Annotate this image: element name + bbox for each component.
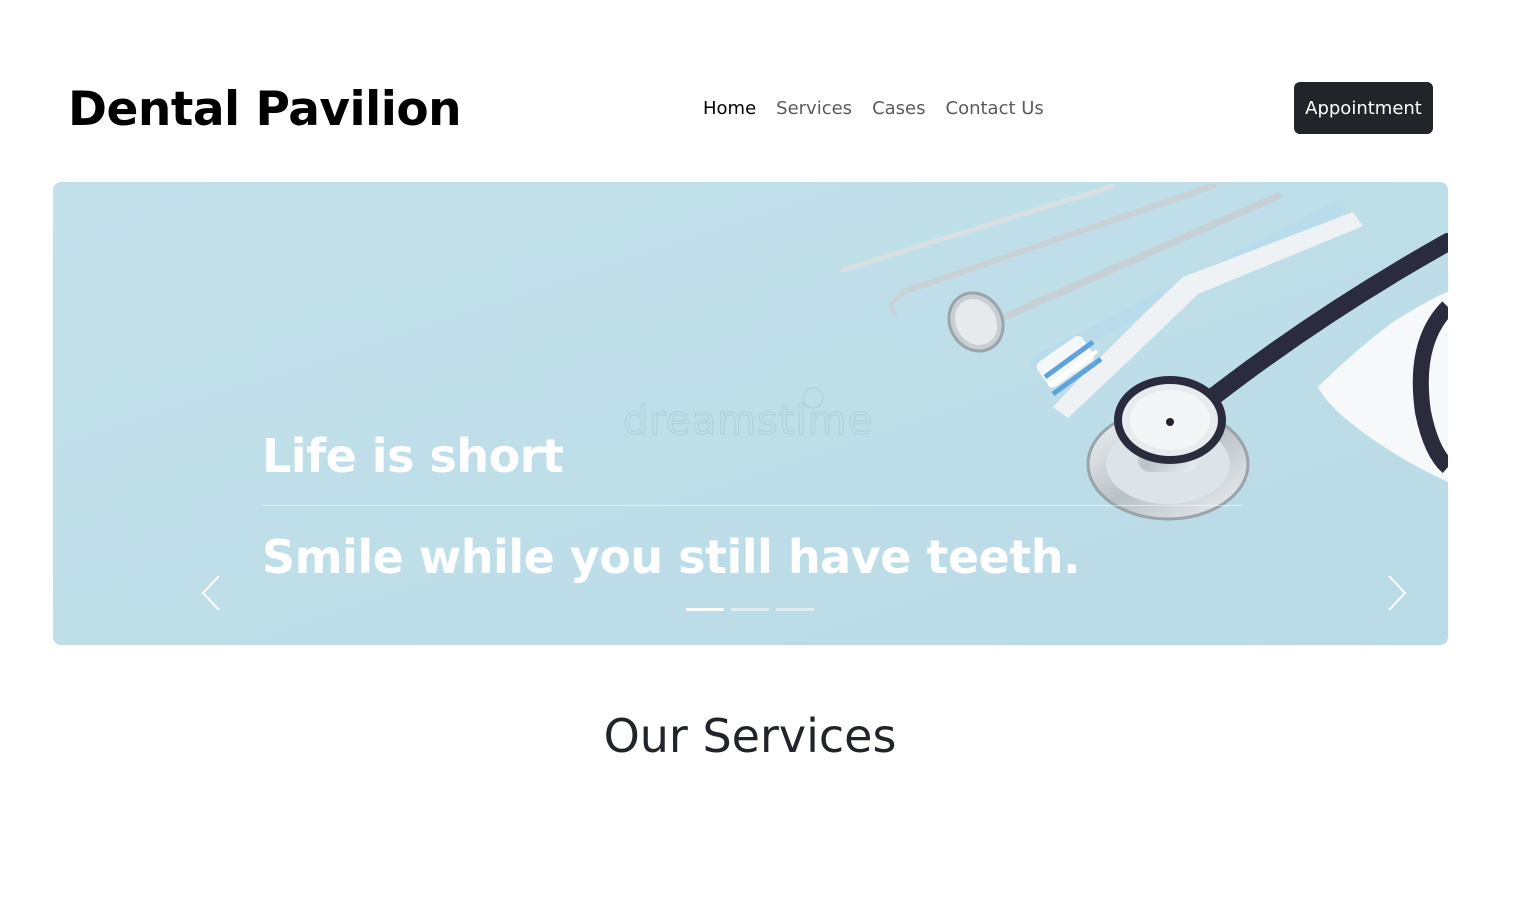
hero-carousel: dreamstime Life is short Smile while you… <box>53 182 1448 645</box>
caption-line-1: Life is short <box>262 429 564 483</box>
services-section-title: Our Services <box>603 709 897 763</box>
carousel-caption: Life is short Smile while you still have… <box>262 427 1242 586</box>
caption-line-2: Smile while you still have teeth. <box>262 530 1080 584</box>
chevron-right-icon <box>1388 575 1407 611</box>
nav-link-services[interactable]: Services <box>766 94 862 124</box>
nav-link-contact-us[interactable]: Contact Us <box>936 94 1054 124</box>
carousel-indicator-1[interactable] <box>686 608 724 611</box>
nav-link-home[interactable]: Home <box>693 94 766 124</box>
carousel-indicator-2[interactable] <box>731 608 769 611</box>
appointment-button[interactable]: Appointment <box>1294 82 1433 134</box>
main-nav: Home Services Cases Contact Us <box>693 94 1054 124</box>
nav-link-cases[interactable]: Cases <box>862 94 935 124</box>
carousel-indicators <box>686 608 814 611</box>
brand-logo[interactable]: Dental Pavilion <box>68 80 462 140</box>
carousel-indicator-3[interactable] <box>776 608 814 611</box>
chevron-left-icon <box>201 575 220 611</box>
carousel-next-control[interactable] <box>1377 562 1417 624</box>
navbar: Dental Pavilion Home Services Cases Cont… <box>0 0 1517 182</box>
caption-divider <box>262 505 1242 506</box>
carousel-prev-control[interactable] <box>191 562 231 624</box>
